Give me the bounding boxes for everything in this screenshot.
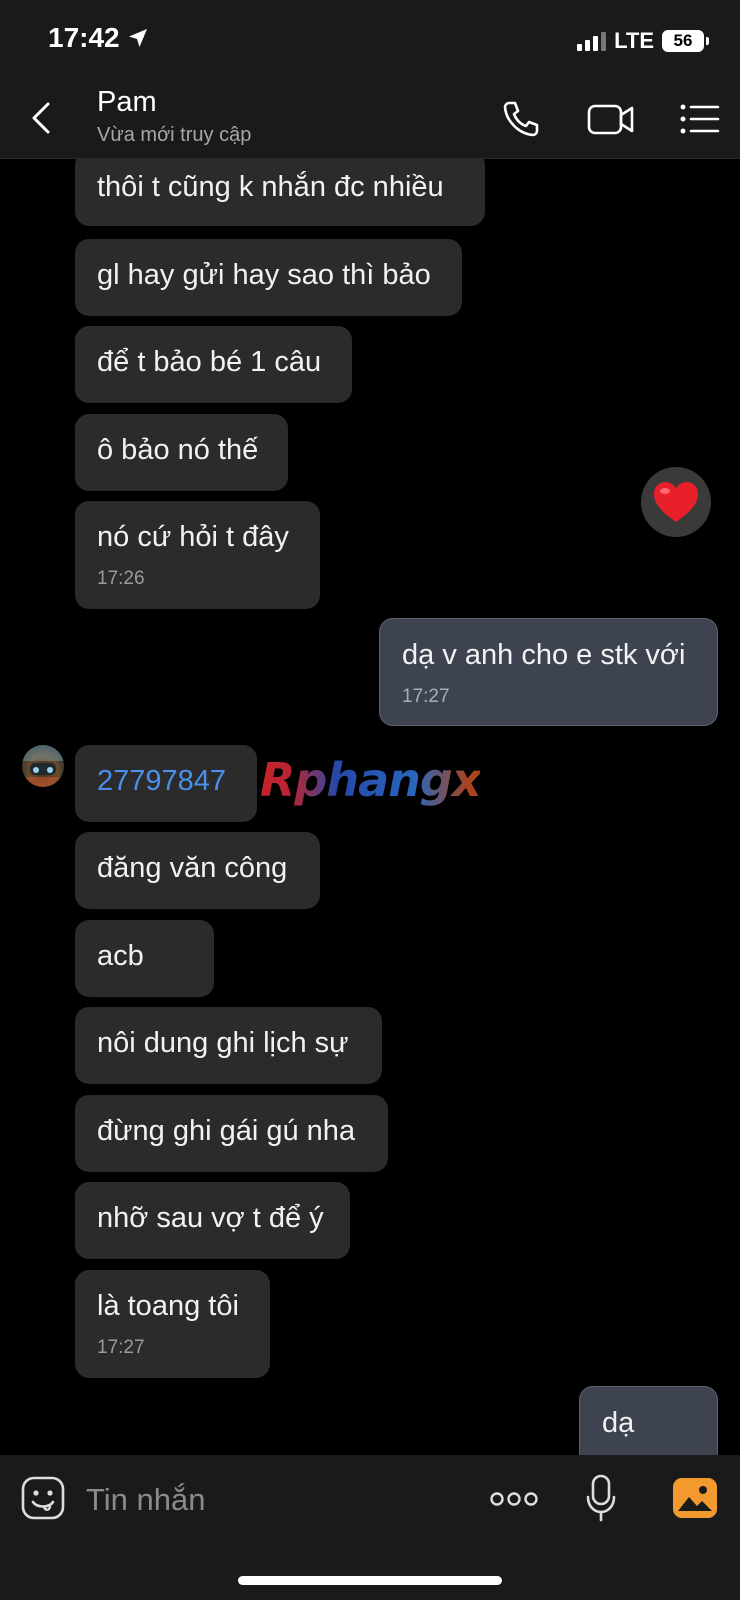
clock-text: 17:42 [48, 22, 120, 53]
watermark-logo: Rphangx [260, 753, 481, 807]
message-incoming[interactable]: ô bảo nó thế [75, 414, 288, 491]
message-time: 17:26 [97, 568, 145, 589]
more-options-icon[interactable] [490, 1489, 538, 1509]
message-incoming[interactable]: 27797847 [75, 745, 257, 822]
status-time: 17:42 [48, 22, 150, 54]
avatar-image [22, 745, 64, 787]
contact-name[interactable]: Pam [97, 86, 157, 119]
message-incoming[interactable]: nôi dung ghi lịch sự [75, 1007, 382, 1084]
message-text: dạ [602, 1407, 635, 1439]
contact-avatar[interactable] [22, 745, 64, 787]
message-incoming[interactable]: đừng ghi gái gú nha [75, 1095, 388, 1172]
photo-gallery-icon[interactable] [672, 1475, 718, 1521]
account-number-link[interactable]: 27797847 [97, 763, 235, 799]
battery-level: 56 [673, 31, 693, 50]
message-text: nó cứ hỏi t đây [97, 521, 289, 553]
chat-header: Pam Vừa mới truy cập [0, 80, 740, 159]
network-type: LTE [614, 28, 654, 53]
reaction-badge[interactable] [641, 467, 711, 537]
cellular-signal-icon [577, 31, 607, 51]
message-incoming[interactable]: thôi t cũng k nhắn đc nhiều [75, 159, 485, 226]
message-text: dạ v anh cho e stk với [402, 639, 686, 671]
message-incoming[interactable]: nó cứ hỏi t đây 17:26 [75, 501, 320, 609]
message-time: 17:27 [402, 686, 450, 707]
message-text: ô bảo nó thế [97, 434, 259, 466]
message-incoming[interactable]: acb [75, 920, 214, 997]
phone-call-icon[interactable] [500, 98, 542, 140]
message-text: acb [97, 940, 144, 972]
status-bar: 17:42 LTE 56 [0, 0, 740, 80]
message-incoming[interactable]: nhỡ sau vợ t để ý [75, 1182, 350, 1259]
location-arrow-icon [128, 29, 147, 47]
message-outgoing[interactable]: dạ v anh cho e stk với 17:27 [379, 618, 718, 726]
microphone-icon[interactable] [585, 1473, 617, 1523]
message-text: đăng văn công [97, 852, 288, 884]
message-incoming[interactable]: đăng văn công [75, 832, 320, 909]
contact-status: Vừa mới truy cập [97, 124, 252, 146]
video-call-icon[interactable] [586, 98, 636, 140]
message-text: nôi dung ghi lịch sự [97, 1027, 349, 1059]
message-outgoing[interactable]: dạ [579, 1386, 718, 1455]
message-incoming[interactable]: là toang tôi 17:27 [75, 1270, 270, 1378]
options-menu-icon[interactable] [678, 98, 722, 140]
sticker-icon[interactable] [20, 1475, 66, 1521]
message-text: nhỡ sau vợ t để ý [97, 1202, 324, 1234]
status-indicators: LTE 56 [577, 28, 709, 54]
message-text: thôi t cũng k nhắn đc nhiều [97, 171, 444, 203]
message-incoming[interactable]: để t bảo bé 1 câu [75, 326, 352, 403]
battery-icon: 56 [662, 30, 709, 52]
composer-bar [0, 1455, 740, 1600]
message-text: để t bảo bé 1 câu [97, 346, 322, 378]
message-text: gl hay gửi hay sao thì bảo [97, 259, 431, 291]
message-time: 17:27 [97, 1337, 145, 1358]
message-text: là toang tôi [97, 1290, 239, 1322]
message-list[interactable]: thôi t cũng k nhắn đc nhiều gl hay gửi h… [0, 159, 740, 1455]
heart-icon [654, 482, 698, 522]
message-text: đừng ghi gái gú nha [97, 1115, 356, 1147]
home-indicator[interactable] [238, 1576, 502, 1585]
back-chevron-icon[interactable] [22, 98, 62, 138]
message-incoming[interactable]: gl hay gửi hay sao thì bảo [75, 239, 462, 316]
message-input[interactable] [84, 1479, 468, 1521]
